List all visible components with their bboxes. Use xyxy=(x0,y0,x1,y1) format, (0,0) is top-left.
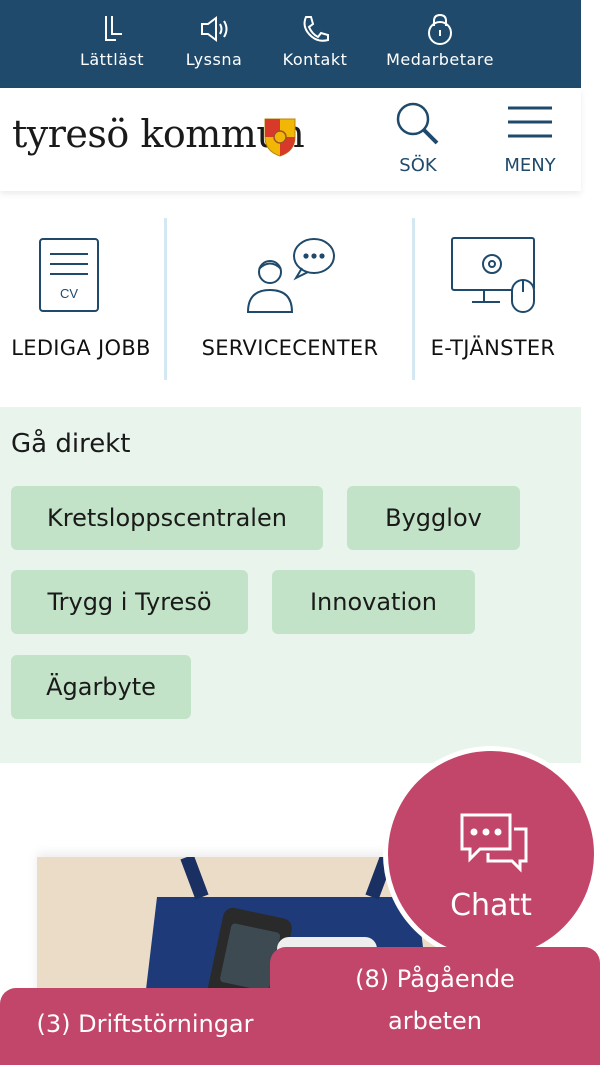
direct-links-title: Gå direkt xyxy=(11,429,131,459)
cv-icon-text: CV xyxy=(60,286,78,301)
chat-button[interactable]: Chatt xyxy=(383,746,599,962)
quicklink-servicecenter[interactable]: SERVICECENTER xyxy=(170,218,410,380)
menu-button[interactable]: MENY xyxy=(501,100,559,176)
quicklink-servicecenter-label: SERVICECENTER xyxy=(201,336,379,360)
listen-label: Lyssna xyxy=(185,50,243,69)
top-utility-bar: Lättläst Lyssna Kontakt Medarbetare xyxy=(0,0,581,88)
logo-wordmark[interactable]: tyresö kommun xyxy=(12,112,305,156)
contact-label: Kontakt xyxy=(282,50,348,69)
ongoing-works-line2: arbeten xyxy=(388,1007,482,1035)
site-header: tyresö kommun SÖK MENY xyxy=(0,88,581,191)
hamburger-menu-icon xyxy=(508,106,552,138)
quicklink-eservices-label: E-TJÄNSTER xyxy=(430,336,556,360)
search-icon xyxy=(396,102,439,145)
chip-agarbyte[interactable]: Ägarbyte xyxy=(11,655,191,719)
search-button[interactable]: SÖK xyxy=(390,100,446,176)
phone-icon xyxy=(279,12,351,48)
lock-icon xyxy=(384,12,496,48)
easy-read-icon xyxy=(78,12,146,48)
chip-bygglov[interactable]: Bygglov xyxy=(347,486,520,550)
contact-link[interactable]: Kontakt xyxy=(279,12,351,69)
computer-icon xyxy=(451,237,535,313)
chat-bubbles-icon xyxy=(460,813,528,873)
direct-links-section: Gå direkt Kretsloppscentralen Bygglov Tr… xyxy=(0,407,581,763)
menu-label: MENY xyxy=(504,155,556,176)
listen-link[interactable]: Lyssna xyxy=(181,12,247,69)
chip-innovation[interactable]: Innovation xyxy=(272,570,475,634)
chat-label: Chatt xyxy=(450,888,532,923)
quicklink-divider xyxy=(164,218,167,380)
ongoing-works-line1: (8) Pågående xyxy=(355,965,515,993)
quicklink-jobs-label: LEDIGA JOBB xyxy=(11,336,151,360)
quicklink-jobs[interactable]: CV LEDIGA JOBB xyxy=(0,218,162,380)
quicklink-eservices[interactable]: E-TJÄNSTER xyxy=(418,218,568,380)
easy-read-label: Lättläst xyxy=(79,50,145,69)
easy-read-link[interactable]: Lättläst xyxy=(78,12,146,69)
disruptions-tab[interactable]: (3) Driftstörningar xyxy=(0,988,290,1065)
speaker-icon xyxy=(181,12,247,48)
ongoing-works-tab[interactable]: (8) Pågående arbeten xyxy=(270,947,600,1065)
coat-of-arms-icon xyxy=(264,118,296,157)
chip-trygg-i-tyreso[interactable]: Trygg i Tyresö xyxy=(11,570,248,634)
search-label: SÖK xyxy=(399,155,437,176)
person-chat-icon xyxy=(246,238,335,313)
chip-kretsloppscentralen[interactable]: Kretsloppscentralen xyxy=(11,486,323,550)
cv-document-icon: CV xyxy=(39,238,99,312)
quicklinks-row: CV LEDIGA JOBB SERVICECENTER E-TJÄNSTER xyxy=(0,218,581,380)
employee-label: Medarbetare xyxy=(386,50,494,69)
employee-link[interactable]: Medarbetare xyxy=(384,12,496,69)
quicklink-divider xyxy=(412,218,415,380)
